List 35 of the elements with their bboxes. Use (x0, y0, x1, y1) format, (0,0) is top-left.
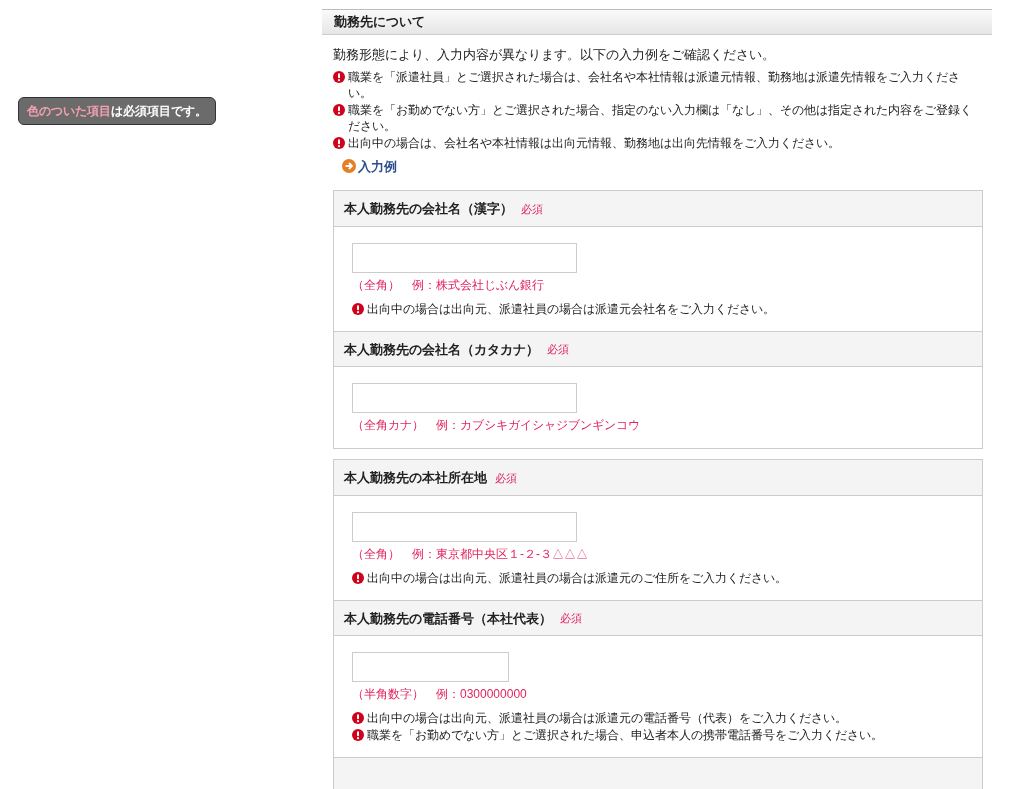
note-text: 出向中の場合は出向元、派遣社員の場合は派遣元の電話番号（代表）をご入力ください。 (367, 710, 847, 727)
section-header: 勤務先について (322, 9, 992, 35)
text-input-field[interactable] (352, 652, 509, 683)
exclamation-icon (333, 70, 345, 83)
text-input-field[interactable] (352, 383, 577, 414)
exclamation-icon (352, 729, 364, 742)
required-mark: 必須 (547, 342, 569, 357)
field-label: 本人勤務先の会社名（漢字） (344, 200, 513, 218)
note-text: 職業を「派遣社員」とご選択された場合は、会社名や本社情報は派遣元情報、勤務地は派遣先情報をご入力ください。 (348, 68, 961, 101)
note-text: 職業を「お勤めでない方」とご選択された場合、申込者本人の携帯電話番号をご入力ください。 (367, 727, 883, 744)
exclamation-icon (333, 103, 345, 116)
text-input-field[interactable] (352, 512, 577, 543)
field-label: 本人勤務先の本社所在地 (344, 469, 487, 487)
note-text: 出向中の場合は出向元、派遣社員の場合は派遣元会社名をご入力ください。 (367, 301, 775, 318)
field-label: 本人勤務先の電話番号（本社代表） (344, 609, 552, 628)
exclamation-icon (352, 303, 364, 316)
text-input-field[interactable] (352, 243, 577, 274)
note-text: 出向中の場合は、会社名や本社情報は出向元情報、勤務地は出向先情報をご入力ください。 (348, 134, 840, 151)
note-text: 職業を「お勤めでない方」とご選択された場合、指定のない入力欄は「なし」、その他は指定された内容をご登録ください。 (348, 101, 973, 134)
intro-text: 勤務形態により、入力内容が異なります。以下の入力例をご確認ください。 (333, 46, 776, 64)
arrow-circle-icon (342, 159, 356, 174)
input-hint: （全角） 例：株式会社じぶん銀行 (352, 277, 545, 295)
required-legend-badge: 色のついた項目は必須項目です。 (18, 97, 216, 125)
example-link[interactable]: 入力例 (342, 156, 397, 176)
exclamation-icon (333, 136, 345, 149)
exclamation-icon (352, 572, 364, 585)
input-hint: （半角数字） 例：0300000000 (352, 686, 528, 704)
field-label: 本人勤務先の会社名（カタカナ） (344, 340, 539, 359)
required-mark: 必須 (560, 611, 582, 626)
input-hint: （全角カナ） 例：カブシキガイシャジブンギンコウ (352, 417, 641, 435)
exclamation-icon (352, 712, 364, 725)
required-mark: 必須 (521, 201, 543, 217)
input-hint: （全角） 例：東京都中央区１-２-３△△△ (352, 546, 589, 564)
required-mark: 必須 (495, 470, 517, 486)
note-text: 出向中の場合は出向元、派遣社員の場合は派遣元のご住所をご入力ください。 (367, 570, 787, 587)
